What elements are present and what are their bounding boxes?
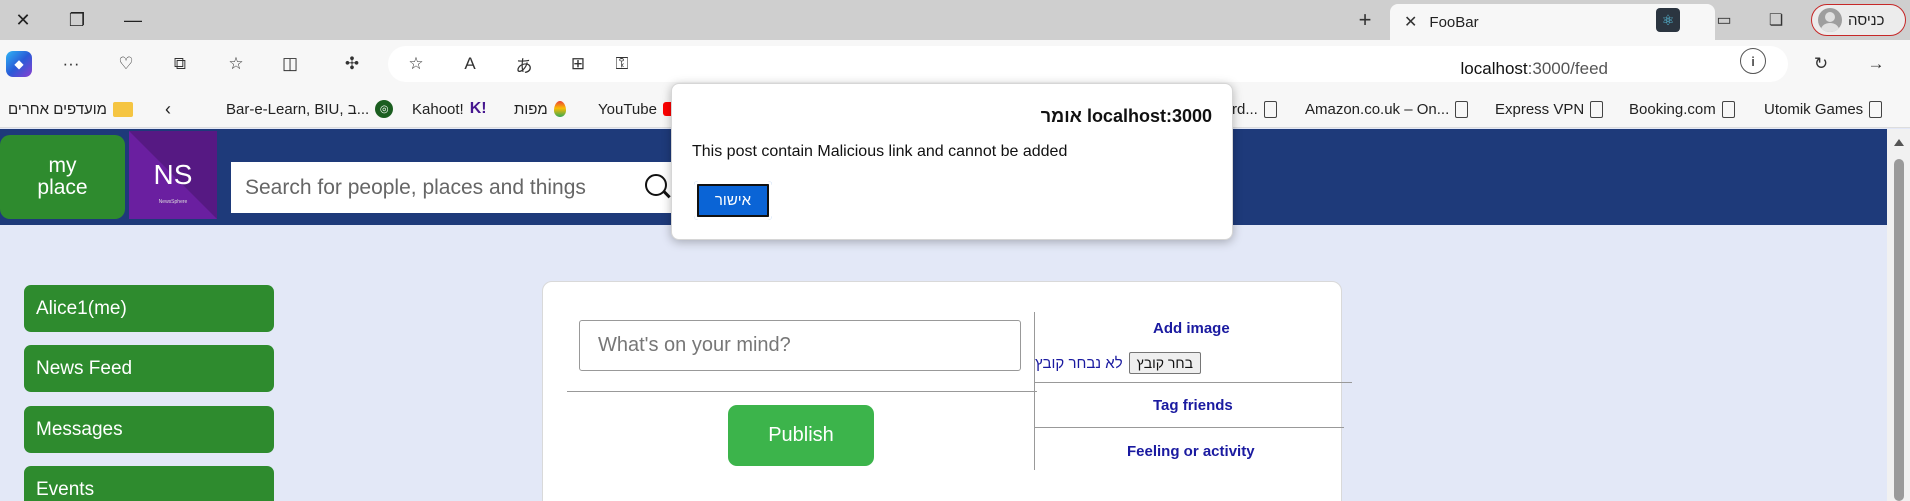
divider [567, 391, 1037, 392]
file-status: לא נבחר קובץ [1035, 354, 1123, 372]
favorites-list-icon[interactable]: ☆ [222, 50, 250, 78]
favorite-label: Amazon.co.uk – On... [1305, 100, 1450, 118]
restore-window-icon[interactable]: ❐ [54, 0, 100, 40]
url-text[interactable]: localhost:3000/feed [1461, 59, 1608, 79]
brand-subtitle: NewsSphere [158, 199, 188, 205]
url-path: :3000/feed [1527, 59, 1608, 78]
scroll-up-icon[interactable] [1894, 139, 1904, 146]
add-image-label: Add image [1153, 320, 1230, 337]
logo-line1: my [48, 154, 77, 177]
sidebar-item-events[interactable]: Events [24, 466, 274, 501]
favorite-biu[interactable]: Bar-e-Learn, BIU, ב... ◎ [226, 98, 394, 120]
favorite-kahoot[interactable]: Kahoot! K! [412, 98, 487, 120]
folder-icon [112, 101, 133, 117]
favorite-youtube[interactable]: YouTube [598, 98, 677, 120]
react-devtools-icon[interactable]: ⚛ [1656, 8, 1680, 32]
split-screen-icon[interactable]: ◫ [276, 50, 304, 78]
favorite-label: Utomik Games [1764, 100, 1864, 118]
navigation-toolbar: ◆ ··· ♡ ⧉ ☆ ◫ ✣ ☆ A あ ⊞ ⚿ localhost:3000… [0, 40, 1910, 88]
extensions-icon[interactable]: ✣ [338, 50, 366, 78]
favorite-label: YouTube [598, 100, 657, 118]
copilot-icon[interactable]: ◆ [5, 50, 33, 78]
brand-logo: NS NewsSphere [129, 131, 217, 219]
favorite-label: Express VPN [1495, 100, 1585, 118]
tab-actions-icon[interactable]: ▭ [1712, 8, 1736, 32]
close-tab-icon[interactable]: ✕ [1404, 12, 1417, 32]
more-options-icon[interactable]: ··· [57, 50, 85, 78]
profile-label: כניסה [1848, 11, 1885, 29]
close-window-icon[interactable]: ✕ [0, 0, 46, 40]
favorite-label: Booking.com [1629, 100, 1716, 118]
divider [1034, 382, 1352, 383]
favorite-label: Bar-e-Learn, BIU, ב... [226, 100, 370, 118]
scroll-thumb[interactable] [1894, 159, 1904, 501]
profile-button[interactable]: כניסה [1811, 4, 1906, 36]
biu-icon: ◎ [375, 100, 394, 118]
refresh-icon[interactable]: ↻ [1807, 50, 1835, 78]
favorite-maps[interactable]: מפות [514, 98, 566, 120]
sidebar-item-messages[interactable]: Messages [24, 406, 274, 453]
browser-titlebar: ✕ ❐ — + ✕ FooBar ⚛ ▭ ❏ כניסה [0, 0, 1910, 40]
forward-icon[interactable]: → [1862, 50, 1890, 78]
feeling-activity-link[interactable]: Feeling or activity [1127, 443, 1255, 460]
read-aloud-icon[interactable]: A [456, 50, 484, 78]
favorite-amazon[interactable]: Amazon.co.uk – On... [1305, 98, 1469, 120]
dialog-title: localhost:3000 אומר [1040, 106, 1212, 126]
home-logo-button[interactable]: my place [0, 135, 125, 219]
collections-icon[interactable]: ❏ [1764, 8, 1788, 32]
kahoot-icon: K! [469, 100, 487, 117]
browser-essentials-icon[interactable]: ♡ [112, 50, 140, 78]
favorites-scroll-left-icon[interactable]: ‹ [165, 98, 171, 120]
page-scrollbar[interactable] [1887, 129, 1910, 501]
maps-icon [553, 101, 566, 117]
dialog-ok-button[interactable]: אישור [694, 181, 772, 220]
tab-title: FooBar [1429, 13, 1479, 31]
file-chooser: בחר קובץ לא נבחר קובץ [1035, 352, 1201, 374]
favorite-other-folder[interactable]: מועדפים אחרים [8, 98, 133, 120]
key-icon[interactable]: ⚿ [608, 50, 636, 78]
favorite-label: מועדפים אחרים [8, 100, 107, 118]
favorite-booking[interactable]: Booking.com [1629, 98, 1735, 120]
favorite-utomik[interactable]: Utomik Games [1764, 98, 1883, 120]
post-text-input[interactable]: What's on your mind? [579, 320, 1021, 371]
file-icon [1590, 100, 1604, 118]
favorite-label: rd... [1232, 100, 1258, 118]
divider [1034, 427, 1344, 428]
favorite-expressvpn[interactable]: Express VPN [1495, 98, 1604, 120]
file-icon [1263, 100, 1277, 118]
sidebar-item-profile[interactable]: Alice1(me) [24, 285, 274, 332]
create-post-card: What's on your mind? Publish Add image ב… [542, 281, 1352, 501]
file-icon [1455, 100, 1469, 118]
translate-icon[interactable]: あ [510, 50, 538, 78]
file-icon [1869, 100, 1883, 118]
search-input[interactable]: Search for people, places and things [231, 162, 671, 213]
address-bar[interactable]: ☆ A あ ⊞ ⚿ localhost:3000/feed [388, 46, 1788, 82]
favorite-label: מפות [514, 100, 548, 118]
site-info-icon[interactable]: i [1740, 48, 1766, 74]
publish-button[interactable]: Publish [728, 405, 874, 466]
favorite-rd[interactable]: rd... [1232, 98, 1277, 120]
new-tab-icon[interactable]: + [1350, 6, 1380, 34]
app-available-icon[interactable]: ⊞ [564, 50, 592, 78]
search-icon[interactable] [645, 174, 667, 196]
alert-dialog: localhost:3000 אומר This post contain Ma… [671, 83, 1233, 240]
choose-file-button[interactable]: בחר קובץ [1128, 352, 1201, 374]
workspaces-icon[interactable]: ⧉ [166, 50, 194, 78]
favorite-label: Kahoot! [412, 100, 464, 118]
brand-initials: NS [153, 159, 193, 190]
add-favorite-icon[interactable]: ☆ [402, 50, 430, 78]
divider [1034, 312, 1035, 470]
file-icon [1721, 100, 1735, 118]
minimize-window-icon[interactable]: — [110, 0, 156, 40]
url-host: localhost [1460, 59, 1528, 78]
tag-friends-link[interactable]: Tag friends [1153, 397, 1233, 414]
avatar-icon [1818, 8, 1842, 32]
logo-line2: place [37, 176, 88, 199]
sidebar-item-news-feed[interactable]: News Feed [24, 345, 274, 392]
dialog-message: This post contain Malicious link and can… [692, 143, 1068, 160]
